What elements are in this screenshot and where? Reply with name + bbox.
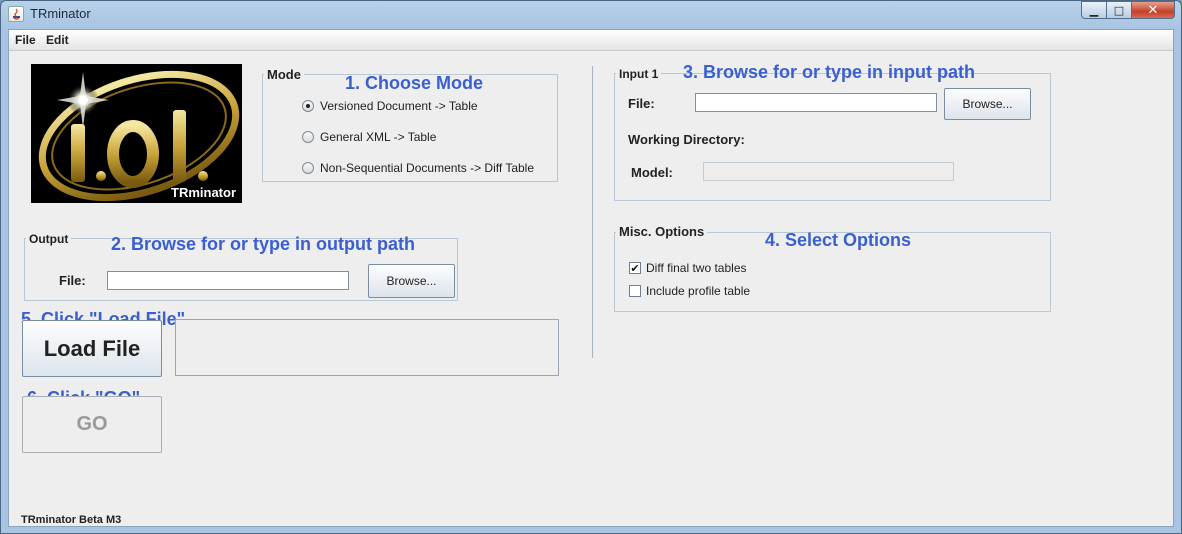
- mode-annotation: 1. Choose Mode: [345, 73, 484, 93]
- maximize-icon: □: [1113, 3, 1125, 17]
- mode-option-non-sequential[interactable]: Non-Sequential Documents -> Diff Table: [302, 161, 534, 175]
- output-file-input[interactable]: [107, 271, 349, 290]
- mode-option-label: General XML -> Table: [320, 130, 437, 144]
- minimize-button[interactable]: ▁: [1081, 1, 1107, 19]
- output-file-label: File:: [59, 273, 86, 288]
- maximize-button[interactable]: □: [1106, 1, 1132, 19]
- input1-file-input[interactable]: [695, 93, 937, 112]
- radio-unselected[interactable]: [302, 162, 314, 174]
- output-browse-button[interactable]: Browse...: [368, 264, 455, 298]
- load-status-area[interactable]: [175, 319, 559, 376]
- model-label: Model:: [631, 165, 673, 180]
- mode-option-label: Versioned Document -> Table: [320, 99, 478, 113]
- window-controls: ▁ □ ✕: [1081, 1, 1175, 19]
- menu-file[interactable]: File: [15, 33, 36, 47]
- java-app-icon[interactable]: [8, 6, 24, 22]
- working-directory-label: Working Directory:: [628, 132, 745, 147]
- input1-annotation: 3. Browse for or type in input path: [683, 62, 976, 82]
- close-button[interactable]: ✕: [1131, 1, 1175, 19]
- output-group-title: Output: [26, 232, 72, 246]
- mode-option-versioned[interactable]: Versioned Document -> Table: [302, 99, 478, 113]
- option-include-profile-table[interactable]: Include profile table: [629, 284, 750, 298]
- client-area: File Edit TRminator Mode 1. Choose Mode …: [8, 29, 1174, 527]
- logo-caption: TRminator: [171, 185, 236, 200]
- close-icon: ✕: [1147, 2, 1159, 18]
- output-annotation: 2. Browse for or type in output path: [111, 234, 416, 254]
- iol-logo-graphic: [38, 70, 240, 202]
- input1-group-title: Input 1: [616, 67, 662, 81]
- radio-unselected[interactable]: [302, 131, 314, 143]
- option-label: Diff final two tables: [646, 261, 747, 275]
- title-bar[interactable]: TRminator ▁ □ ✕: [1, 1, 1181, 29]
- window-title: TRminator: [30, 6, 91, 21]
- input1-browse-button[interactable]: Browse...: [944, 88, 1031, 120]
- go-button[interactable]: GO: [22, 396, 162, 453]
- menu-edit[interactable]: Edit: [46, 33, 69, 47]
- vertical-separator: [592, 66, 593, 358]
- mode-option-label: Non-Sequential Documents -> Diff Table: [320, 161, 535, 175]
- input1-file-label: File:: [628, 96, 655, 111]
- iol-logo: TRminator: [31, 64, 242, 203]
- mode-group-title: Mode: [264, 67, 304, 82]
- menu-bar: File Edit: [9, 30, 1173, 51]
- misc-options-title: Misc. Options: [616, 224, 708, 239]
- app-window: TRminator ▁ □ ✕ File Edit TRminator Mode…: [0, 0, 1182, 534]
- status-bar-text: TRminator Beta M3: [21, 514, 122, 526]
- model-field: [703, 162, 954, 181]
- misc-annotation: 4. Select Options: [765, 230, 912, 250]
- option-label: Include profile table: [646, 284, 751, 298]
- radio-selected[interactable]: [302, 100, 314, 112]
- load-file-button[interactable]: Load File: [22, 320, 162, 377]
- minimize-icon: ▁: [1089, 3, 1099, 17]
- checkbox-unchecked[interactable]: [629, 285, 641, 297]
- checkbox-checked[interactable]: ✔: [629, 262, 641, 274]
- mode-option-general-xml[interactable]: General XML -> Table: [302, 130, 436, 144]
- option-diff-final-two-tables[interactable]: ✔ Diff final two tables: [629, 261, 747, 275]
